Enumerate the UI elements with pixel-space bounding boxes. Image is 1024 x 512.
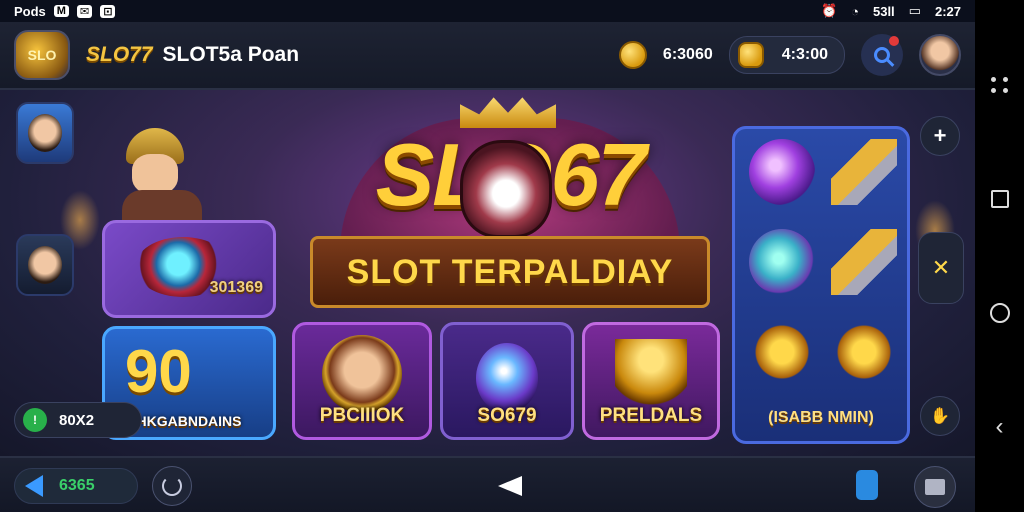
refresh-icon — [162, 476, 182, 496]
recent-apps-button[interactable] — [987, 186, 1013, 212]
app-subtitle: SLOT5a Poan — [162, 43, 300, 66]
coin-icon — [618, 41, 647, 69]
gem-icon — [749, 139, 815, 205]
header-actions: 6:3060 4:3:00 — [618, 34, 961, 76]
hero-ribbon-text: SLOT TERPALDIAY — [346, 252, 674, 291]
character-icon — [28, 246, 62, 284]
history-button[interactable] — [152, 466, 192, 506]
logo-text: SLO — [27, 47, 57, 63]
wifi-icon: ◔ — [851, 3, 859, 19]
game-lobby: 301369 90 HKGABNDAINS SLO67 SLOT TERPALD… — [0, 90, 975, 456]
game-tile-portrait[interactable]: PBCIIIOK — [292, 322, 432, 440]
sword-icon — [831, 229, 897, 295]
status-signal: 53ll — [872, 3, 895, 19]
tile-label: SO679 — [477, 405, 537, 426]
wallet-button[interactable]: 4:3:00 — [728, 36, 845, 74]
gold-symbol-icon — [749, 319, 815, 385]
trophy-icon — [615, 339, 687, 409]
tools-button[interactable]: ✕ — [918, 232, 964, 304]
play-arrow-icon[interactable] — [498, 476, 522, 496]
app-icon: ⊡ — [100, 4, 116, 18]
arrow-left-icon — [25, 475, 43, 497]
multiplier-chip[interactable]: ! 80X2 — [14, 402, 142, 438]
multiplier-text: 80X2 — [59, 411, 95, 429]
status-bar: Pods M ✉ ⊡ ⏰ ◔ 53ll ▭ 2:27 — [0, 0, 975, 22]
battery-icon: ▭ — [908, 3, 921, 18]
status-carrier: Pods — [14, 3, 46, 19]
wallet-balance: 4:3:00 — [781, 46, 828, 63]
mascot-character — [118, 128, 218, 220]
back-amount-button[interactable]: 6365 — [14, 468, 138, 504]
crown-icon — [460, 97, 556, 128]
hand-button[interactable]: ✋ — [920, 396, 960, 436]
shopping-bag-icon[interactable] — [856, 470, 878, 500]
hand-icon: ✋ — [930, 408, 950, 425]
inbox-icon — [925, 479, 945, 495]
app-logo[interactable]: SLO — [14, 30, 70, 80]
search-button[interactable] — [861, 34, 903, 76]
hero-ribbon: SLOT TERPALDIAY — [310, 236, 710, 308]
grid-dots-icon[interactable] — [987, 72, 1013, 98]
game-shortcut-2[interactable] — [16, 234, 74, 296]
teal-gem-icon — [749, 229, 815, 295]
game-tile-gem[interactable]: 301369 — [102, 220, 276, 318]
mascot-icon — [460, 140, 552, 238]
back-button[interactable]: ‹ — [987, 413, 1013, 440]
portrait-icon — [322, 335, 402, 413]
game-shortcut-1[interactable] — [16, 102, 74, 164]
plus-button[interactable]: + — [920, 116, 960, 156]
signal-icon: M — [53, 5, 69, 17]
mail-icon: ✉ — [76, 4, 93, 18]
tools-icon: ✕ — [931, 255, 951, 280]
notification-dot — [889, 36, 899, 46]
key-icon — [831, 139, 897, 205]
coin-balance: 6:3060 — [662, 46, 713, 63]
home-button[interactable] — [987, 300, 1013, 326]
bottom-amount: 6365 — [59, 477, 95, 494]
hero-banner[interactable]: SLO67 SLOT TERPALDIAY — [300, 94, 720, 322]
info-badge: ! — [23, 408, 47, 432]
avatar[interactable] — [919, 34, 961, 76]
symbol-grid-panel[interactable]: (ISABB NMIN) — [732, 126, 910, 444]
grid-label: (ISABB NMIN) — [768, 409, 874, 426]
status-left: Pods M ✉ ⊡ — [14, 3, 116, 19]
tile-big-number: 90 — [125, 338, 192, 405]
orb-icon — [476, 343, 538, 413]
system-nav-bar: ‹ — [975, 0, 1024, 512]
inbox-button[interactable] — [914, 466, 956, 508]
bottom-bar: 6365 — [0, 456, 975, 512]
status-right: ⏰ ◔ 53ll ▭ 2:27 — [821, 3, 961, 19]
tile-label: PRELDALS — [599, 405, 703, 426]
app-title: SLO77 SLOT5a Poan — [86, 43, 299, 67]
app-header: SLO SLO77 SLOT5a Poan 6:3060 4:3:00 — [0, 22, 975, 90]
tile-label: 301369 — [209, 279, 263, 296]
game-tile-orb[interactable]: SO679 — [440, 322, 574, 440]
gold-symbol-icon — [831, 319, 897, 385]
game-tile-trophy[interactable]: PRELDALS — [582, 322, 720, 440]
wallet-icon — [737, 42, 764, 68]
brand-name: SLO77 — [86, 43, 153, 66]
character-icon — [28, 114, 62, 152]
alarm-icon: ⏰ — [820, 3, 838, 18]
search-icon — [874, 47, 890, 63]
status-time: 2:27 — [934, 3, 961, 19]
tile-label: PBCIIIOK — [319, 405, 405, 426]
